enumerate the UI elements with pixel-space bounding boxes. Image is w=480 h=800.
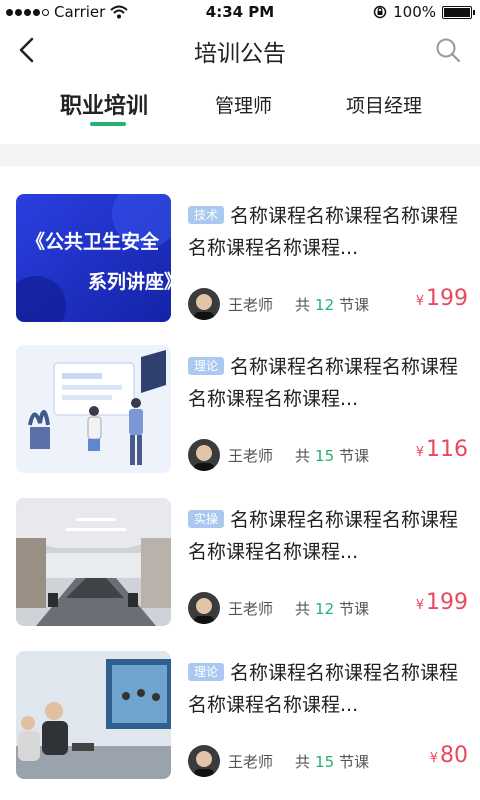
- course-title-text: 名称课程名称课程名称课程名称课程名称课程...: [188, 356, 459, 410]
- rotation-lock-icon: [373, 5, 387, 19]
- course-info: 理论 名称课程名称课程名称课程名称课程名称课程... 王老师 共 15 节课 ¥80: [188, 657, 470, 777]
- course-thumbnail: 《公共卫生安全 系列讲座》: [16, 194, 171, 322]
- course-title-text: 名称课程名称课程名称课程名称课程名称课程...: [188, 509, 459, 563]
- avatar: [188, 745, 220, 777]
- course-thumbnail: [16, 345, 171, 473]
- course-title[interactable]: 技术 名称课程名称课程名称课程名称课程名称课程...: [188, 200, 470, 264]
- thumb-title-line1: 《公共卫生安全: [26, 230, 160, 253]
- tab-career-training[interactable]: 职业培训: [60, 88, 148, 120]
- course-item[interactable]: 实操 名称课程名称课程名称课程名称课程名称课程... 王老师 共 12 节课 ¥199: [0, 470, 480, 626]
- course-price: ¥199: [415, 286, 468, 311]
- course-title[interactable]: 理论 名称课程名称课程名称课程名称课程名称课程...: [188, 351, 470, 415]
- status-bar: Carrier 4:34 PM 100%: [0, 0, 480, 24]
- section-divider: [0, 144, 480, 166]
- course-item[interactable]: 《公共卫生安全 系列讲座》 技术名称课程名称课程名称课程名称课程名称课程... …: [0, 166, 480, 322]
- nav-bar: 培训公告: [0, 24, 480, 76]
- course-item[interactable]: 理论 名称课程名称课程名称课程名称课程名称课程... 王老师 共 15 节课 ¥116: [0, 317, 480, 473]
- avatar: [188, 592, 220, 624]
- course-info: 实操 名称课程名称课程名称课程名称课程名称课程... 王老师 共 12 节课 ¥199: [188, 504, 470, 624]
- tab-project-manager[interactable]: 项目经理: [346, 91, 422, 118]
- course-title-text: 名称课程名称课程名称课程名称课程名称课程...: [188, 662, 459, 716]
- course-price: ¥116: [415, 437, 468, 462]
- battery-percent: 100%: [393, 3, 436, 21]
- course-tag: 实操: [188, 510, 225, 528]
- active-tab-indicator: [90, 122, 126, 126]
- teacher-name: 王老师: [228, 295, 274, 314]
- thumb-title-line2: 系列讲座》: [88, 270, 171, 293]
- lesson-count: 共 12 节课: [295, 295, 370, 314]
- lesson-count: 共 15 节课: [295, 446, 370, 465]
- course-item[interactable]: 理论 名称课程名称课程名称课程名称课程名称课程... 王老师 共 15 节课 ¥80: [0, 623, 480, 779]
- avatar: [188, 439, 220, 471]
- course-title[interactable]: 理论 名称课程名称课程名称课程名称课程名称课程...: [188, 657, 470, 721]
- course-thumbnail: [16, 498, 171, 626]
- course-title-text: 名称课程名称课程名称课程名称课程名称课程...: [188, 205, 459, 259]
- course-meta: 王老师 共 15 节课 ¥80: [188, 743, 470, 779]
- avatar: [188, 288, 220, 320]
- teacher-name: 王老师: [228, 599, 274, 618]
- battery-icon: [442, 5, 475, 19]
- course-title[interactable]: 实操 名称课程名称课程名称课程名称课程名称课程...: [188, 504, 470, 568]
- course-meta: 王老师 共 12 节课 ¥199: [188, 590, 470, 626]
- search-icon[interactable]: [434, 36, 462, 64]
- category-tabs: 职业培训 管理师 项目经理: [0, 80, 480, 140]
- course-info: 技术 名称课程名称课程名称课程名称课程名称课程... 王老师 共 12 节课 ¥199: [188, 200, 470, 320]
- course-meta: 王老师 共 15 节课 ¥116: [188, 437, 470, 473]
- lesson-count: 共 12 节课: [295, 599, 370, 618]
- battery-status: 100%: [373, 3, 475, 21]
- course-price: ¥199: [415, 590, 468, 615]
- course-tag: 理论: [188, 663, 225, 681]
- lesson-count: 共 15 节课: [295, 752, 370, 771]
- tab-manager[interactable]: 管理师: [215, 91, 272, 118]
- course-thumbnail: [16, 651, 171, 779]
- course-price: ¥80: [429, 743, 468, 768]
- teacher-name: 王老师: [228, 446, 274, 465]
- page-title: 培训公告: [194, 41, 286, 67]
- course-info: 理论 名称课程名称课程名称课程名称课程名称课程... 王老师 共 15 节课 ¥116: [188, 351, 470, 471]
- course-tag: 技术: [188, 206, 225, 224]
- teacher-name: 王老师: [228, 752, 274, 771]
- course-tag: 理论: [188, 357, 225, 375]
